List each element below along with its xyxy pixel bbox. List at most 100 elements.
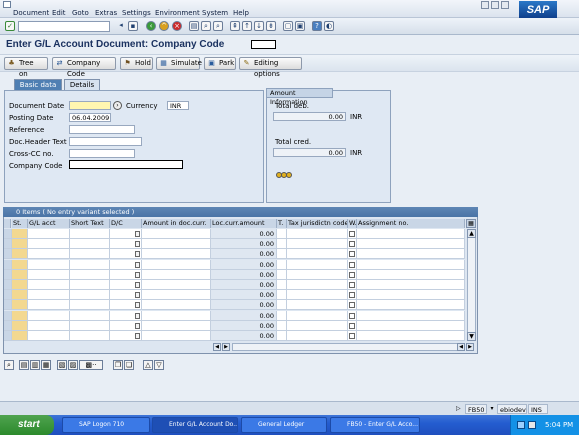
delete-row-icon[interactable]: ▥ — [30, 360, 40, 370]
w-checkbox[interactable] — [348, 320, 357, 331]
w-checkbox[interactable] — [348, 259, 357, 270]
col-w[interactable]: W. — [348, 219, 357, 228]
grid-cell[interactable] — [28, 300, 70, 311]
dc-dropdown-icon[interactable] — [135, 251, 140, 258]
tab-details[interactable]: Details — [64, 79, 100, 90]
status-cell[interactable] — [12, 259, 28, 270]
dc-dropdown-icon[interactable] — [135, 312, 140, 319]
sort-ascending-icon[interactable]: △ — [143, 360, 153, 370]
scroll-up-arrow[interactable]: ▲ — [467, 229, 476, 238]
grid-cell[interactable] — [70, 320, 110, 331]
local-amount-cell[interactable]: 0.00 — [211, 249, 277, 260]
row-selector[interactable] — [4, 300, 12, 311]
grid-cell[interactable] — [287, 320, 348, 331]
grid-cell[interactable] — [142, 300, 211, 311]
local-amount-cell[interactable]: 0.00 — [211, 280, 277, 290]
grid-cell[interactable] — [28, 290, 70, 301]
local-amount-cell[interactable]: 0.00 — [211, 269, 277, 280]
row-selector[interactable] — [4, 310, 12, 321]
grid-cell[interactable] — [277, 269, 287, 280]
grid-cell[interactable] — [287, 239, 348, 250]
menu-document[interactable]: Document — [13, 9, 49, 17]
horizontal-scrollbar[interactable] — [232, 343, 462, 351]
status-cell[interactable] — [12, 269, 28, 280]
back-icon[interactable]: ‹ — [146, 21, 156, 31]
grid-cell[interactable] — [357, 239, 465, 250]
grid-cell[interactable] — [287, 269, 348, 280]
find-icon[interactable]: ⌕ — [201, 21, 211, 31]
grid-cell[interactable] — [70, 239, 110, 250]
checkbox[interactable] — [349, 292, 355, 299]
grid-cell[interactable] — [357, 331, 465, 341]
grid-cell[interactable] — [357, 269, 465, 280]
menu-system[interactable]: System — [202, 9, 228, 17]
copy-icon[interactable]: ❐ — [113, 360, 123, 370]
checkbox[interactable] — [349, 302, 355, 309]
local-amount-cell[interactable]: 0.00 — [211, 310, 277, 321]
grid-cell[interactable] — [142, 239, 211, 250]
grid-cell[interactable] — [142, 331, 211, 341]
grid-cell[interactable] — [28, 249, 70, 260]
col-tax-code[interactable]: T. — [277, 219, 287, 228]
local-amount-cell[interactable]: 0.00 — [211, 300, 277, 311]
w-checkbox[interactable] — [348, 229, 357, 239]
dc-dropdown-icon[interactable] — [135, 292, 140, 299]
w-checkbox[interactable] — [348, 280, 357, 290]
checkbox[interactable] — [349, 271, 355, 278]
row-selector[interactable] — [4, 269, 12, 280]
find-next-icon[interactable]: ⌕ — [213, 21, 223, 31]
checkbox[interactable] — [349, 333, 355, 339]
grid-cell[interactable] — [277, 310, 287, 321]
scroll-down-arrow[interactable]: ▼ — [467, 332, 476, 341]
command-field[interactable] — [18, 21, 110, 32]
dc-cell[interactable] — [110, 300, 142, 311]
select-block-icon[interactable]: ▧ — [57, 360, 67, 370]
status-expand-icon[interactable]: ▷ — [456, 405, 462, 413]
park-button[interactable]: ▣ Park — [204, 57, 236, 70]
checkbox[interactable] — [349, 322, 355, 329]
dc-dropdown-icon[interactable] — [135, 302, 140, 309]
col-gl-account[interactable]: G/L acct — [28, 219, 70, 228]
select-all-icon[interactable] — [4, 219, 11, 228]
grid-cell[interactable] — [70, 259, 110, 270]
grid-cell[interactable] — [357, 259, 465, 270]
w-checkbox[interactable] — [348, 300, 357, 311]
company-code-button[interactable]: ⇄ Company Code — [52, 57, 116, 78]
filter-icon[interactable]: ▽ — [154, 360, 164, 370]
grid-cell[interactable] — [287, 290, 348, 301]
local-amount-cell[interactable]: 0.00 — [211, 320, 277, 331]
exit-icon[interactable]: ^ — [159, 21, 169, 31]
grid-cell[interactable] — [70, 310, 110, 321]
grid-cell[interactable] — [28, 320, 70, 331]
status-cell[interactable] — [12, 280, 28, 290]
local-amount-cell[interactable]: 0.00 — [211, 290, 277, 301]
row-selector[interactable] — [4, 249, 12, 260]
dc-dropdown-icon[interactable] — [135, 271, 140, 278]
grid-cell[interactable] — [277, 259, 287, 270]
col-tax-jurisdiction[interactable]: Tax jurisdictn code — [287, 219, 348, 228]
dc-cell[interactable] — [110, 239, 142, 250]
status-cell[interactable] — [12, 300, 28, 311]
minimize-button[interactable] — [481, 1, 489, 9]
grid-cell[interactable] — [277, 331, 287, 341]
next-page-icon[interactable]: ↓ — [254, 21, 264, 31]
row-selector[interactable] — [4, 290, 12, 301]
horizontal-scroll-left[interactable]: ◀ — [213, 343, 221, 351]
grid-cell[interactable] — [142, 269, 211, 280]
tray-network-icon[interactable] — [517, 421, 525, 429]
status-cell[interactable] — [12, 249, 28, 260]
paste-icon[interactable]: ❏ — [124, 360, 134, 370]
task-general-ledger[interactable]: General Ledger — [241, 417, 327, 433]
dc-cell[interactable] — [110, 290, 142, 301]
status-dropdown-icon[interactable]: ▾ — [488, 404, 496, 414]
currency-field[interactable]: INR — [167, 101, 189, 110]
local-amount-cell[interactable]: 0.00 — [211, 229, 277, 239]
dc-dropdown-icon[interactable] — [135, 241, 140, 248]
status-cell[interactable] — [12, 239, 28, 250]
dc-cell[interactable] — [110, 259, 142, 270]
last-page-icon[interactable]: ⇟ — [266, 21, 276, 31]
row-selector[interactable] — [4, 320, 12, 331]
dc-dropdown-icon[interactable] — [135, 231, 140, 237]
grid-cell[interactable] — [28, 239, 70, 250]
local-amount-cell[interactable]: 0.00 — [211, 331, 277, 341]
